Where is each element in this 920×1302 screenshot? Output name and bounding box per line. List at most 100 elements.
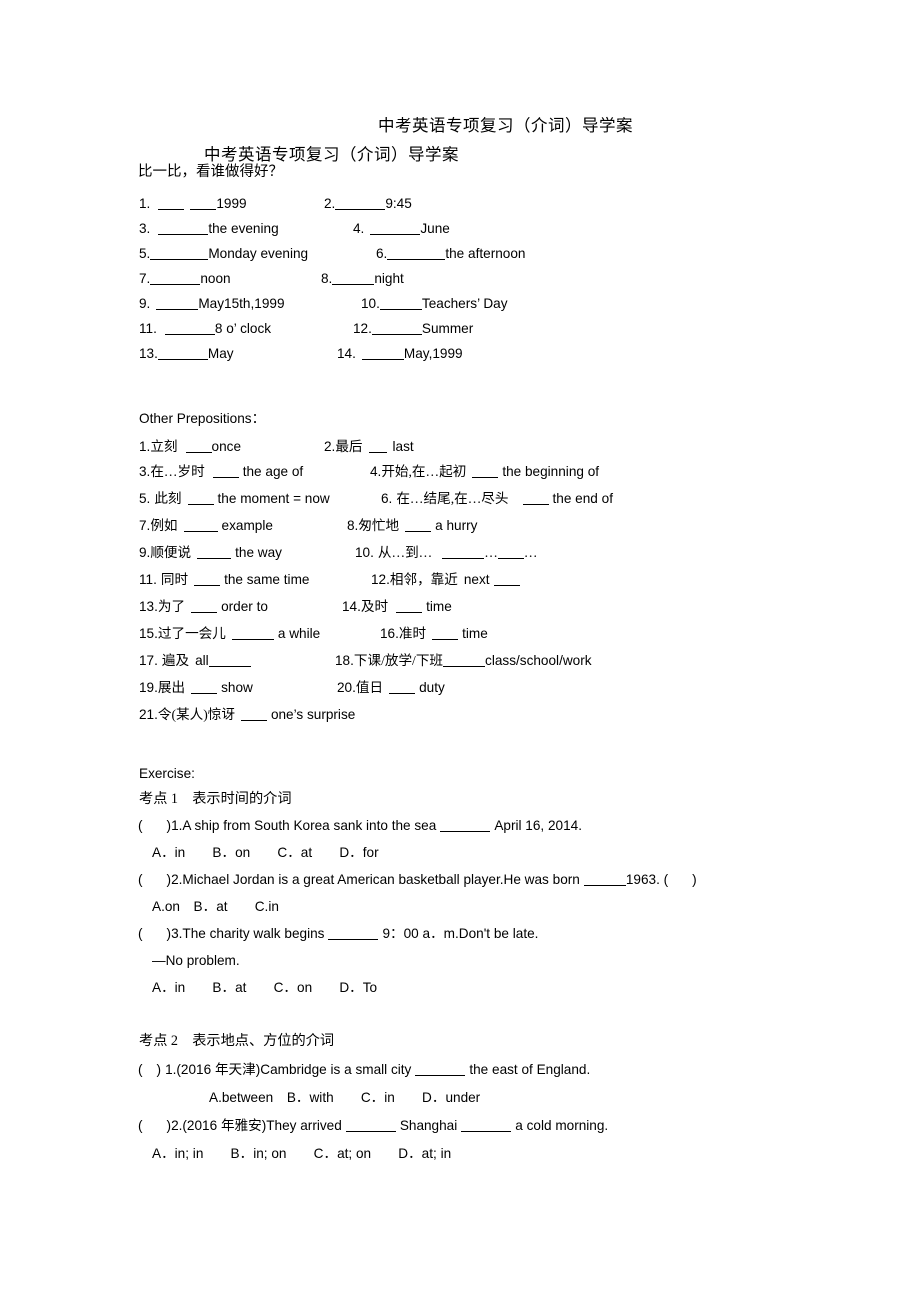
- blank-line[interactable]: [440, 820, 491, 832]
- blank-line[interactable]: [368, 441, 387, 453]
- prep-item-11: 11. 同时 the same time: [139, 572, 309, 588]
- prep-item-14-after: time: [426, 599, 452, 614]
- prep-item-9: 9.顺便说 the way: [139, 545, 282, 561]
- blank-line[interactable]: [212, 466, 239, 478]
- blank-item-8: 8. night: [321, 271, 404, 287]
- blank-item-13-text: May: [207, 346, 234, 361]
- prep-item-2-cn: 最后: [335, 439, 363, 454]
- blank-line[interactable]: [493, 574, 520, 586]
- blank-line[interactable]: [150, 273, 201, 285]
- exercise-s2-q1-options[interactable]: A.between B．with C．in D．under: [209, 1090, 480, 1106]
- blank-item-8-text: night: [374, 271, 404, 286]
- blank-line[interactable]: [197, 547, 232, 559]
- prep-item-7-after: example: [221, 518, 273, 533]
- prep-item-9-cn: 顺便说: [150, 545, 192, 560]
- exercise-q2-stem-tail[interactable]: ): [692, 872, 697, 887]
- document-page: 中考英语专项复习（介词）导学案 中考英语专项复习（介词）导学案 比一比，看谁做得…: [0, 0, 920, 1302]
- blank-line[interactable]: [371, 323, 422, 335]
- prep-item-13: 13.为了 order to: [139, 599, 268, 615]
- answer-bracket-open[interactable]: (: [138, 818, 143, 833]
- blank-line[interactable]: [191, 601, 218, 613]
- prep-item-7: 7.例如 example: [139, 518, 273, 534]
- blank-line[interactable]: [335, 198, 386, 210]
- blank-line[interactable]: [183, 520, 218, 532]
- blank-line[interactable]: [472, 466, 499, 478]
- blank-item-10: 10. Teachers’ Day: [361, 296, 508, 312]
- blank-line[interactable]: [522, 493, 549, 505]
- blank-line[interactable]: [405, 520, 432, 532]
- prep-item-11-cn: 同时: [160, 572, 189, 587]
- prep-item-12: 12.相邻，靠近 next: [371, 572, 520, 588]
- blank-line[interactable]: [156, 298, 199, 310]
- blank-item-3-number: 3.: [139, 221, 151, 236]
- blank-line[interactable]: [443, 655, 486, 667]
- blank-item-12-number: 12.: [353, 321, 372, 336]
- prep-item-5-after: the moment = now: [217, 491, 330, 506]
- blank-item-6: 6. the afternoon: [376, 246, 525, 262]
- answer-bracket-open[interactable]: (: [138, 872, 143, 887]
- blank-line[interactable]: [442, 547, 485, 559]
- blank-line[interactable]: [379, 298, 422, 310]
- blank-line[interactable]: [583, 874, 626, 886]
- prep-item-21: 21.令(某人)惊讶 one’s surprise: [139, 707, 355, 723]
- blank-line[interactable]: [190, 198, 217, 210]
- prep-item-7-number: 7.: [139, 518, 151, 533]
- blank-line[interactable]: [345, 1120, 396, 1132]
- prep-item-17-cn: 遍及: [161, 653, 190, 668]
- prep-item-16-number: 16.: [380, 626, 399, 641]
- blank-line[interactable]: [191, 682, 218, 694]
- blank-line[interactable]: [158, 198, 185, 210]
- blank-line[interactable]: [164, 323, 215, 335]
- intro-prompt: 比一比，看谁做得好？: [138, 164, 283, 180]
- blank-line[interactable]: [208, 655, 251, 667]
- blank-line[interactable]: [432, 628, 459, 640]
- blank-line[interactable]: [361, 348, 404, 360]
- prep-item-5-cn: 此刻: [154, 491, 182, 506]
- blank-line[interactable]: [396, 601, 423, 613]
- exercise-section-2-heading: 考点 2 表示地点、方位的介词: [139, 1033, 335, 1049]
- blank-line[interactable]: [194, 574, 221, 586]
- blank-line[interactable]: [332, 273, 375, 285]
- blank-line[interactable]: [158, 223, 209, 235]
- exercise-q3: ()3.The charity walk begins 9：00 a．m.Don'…: [138, 926, 538, 942]
- prep-item-2-after: last: [392, 439, 414, 454]
- blank-line[interactable]: [185, 441, 212, 453]
- blank-line[interactable]: [497, 547, 524, 559]
- blank-line[interactable]: [150, 248, 209, 260]
- exercise-q2-options[interactable]: A.on B．at C.in: [152, 899, 279, 915]
- exercise-q1-options[interactable]: A．in B．on C．at D．for: [152, 845, 379, 861]
- blank-line[interactable]: [389, 682, 416, 694]
- prep-item-8-after: a hurry: [435, 518, 478, 533]
- prep-item-21-after: one’s surprise: [270, 707, 356, 722]
- blank-line[interactable]: [231, 628, 274, 640]
- answer-bracket-open[interactable]: (: [138, 1118, 143, 1133]
- blank-item-2: 2. 9:45: [324, 196, 412, 212]
- exercise-q3-options[interactable]: A．in B．at C．on D．To: [152, 980, 377, 996]
- blank-item-3-text: the evening: [208, 221, 279, 236]
- answer-bracket-open[interactable]: (: [138, 1062, 143, 1077]
- prep-item-14-cn: 及时: [360, 599, 389, 614]
- exercise-s2-q2-options[interactable]: A．in; in B．in; on C．at; on D．at; in: [152, 1146, 451, 1162]
- exercise-q1-stem-prefix: 1.A ship from South Korea sank into the …: [171, 818, 437, 833]
- prep-item-1-after: once: [211, 439, 242, 454]
- prep-item-1: 1.立刻 once: [139, 439, 241, 455]
- blank-line[interactable]: [461, 1120, 512, 1132]
- blank-line[interactable]: [370, 223, 421, 235]
- blank-line[interactable]: [240, 709, 267, 721]
- answer-bracket-close[interactable]: ): [157, 1062, 162, 1077]
- answer-bracket-open[interactable]: (: [138, 926, 143, 941]
- blank-line[interactable]: [328, 928, 379, 940]
- blank-line[interactable]: [187, 493, 214, 505]
- prep-item-20: 20.值日 duty: [337, 680, 445, 696]
- exercise-q1-stem-suffix: April 16, 2014.: [494, 818, 582, 833]
- blank-item-6-number: 6.: [376, 246, 388, 261]
- blank-line[interactable]: [387, 248, 446, 260]
- exercise-q3-stem-prefix: 3.The charity walk begins: [171, 926, 325, 941]
- blank-line[interactable]: [157, 348, 208, 360]
- prep-item-3: 3.在…岁时 the age of: [139, 464, 303, 480]
- prep-item-19: 19.展出 show: [139, 680, 253, 696]
- prep-item-4-number: 4.: [370, 464, 382, 479]
- blank-line[interactable]: [415, 1064, 466, 1076]
- prep-item-19-cn: 展出: [157, 680, 186, 695]
- blank-item-10-text: Teachers’ Day: [421, 296, 508, 311]
